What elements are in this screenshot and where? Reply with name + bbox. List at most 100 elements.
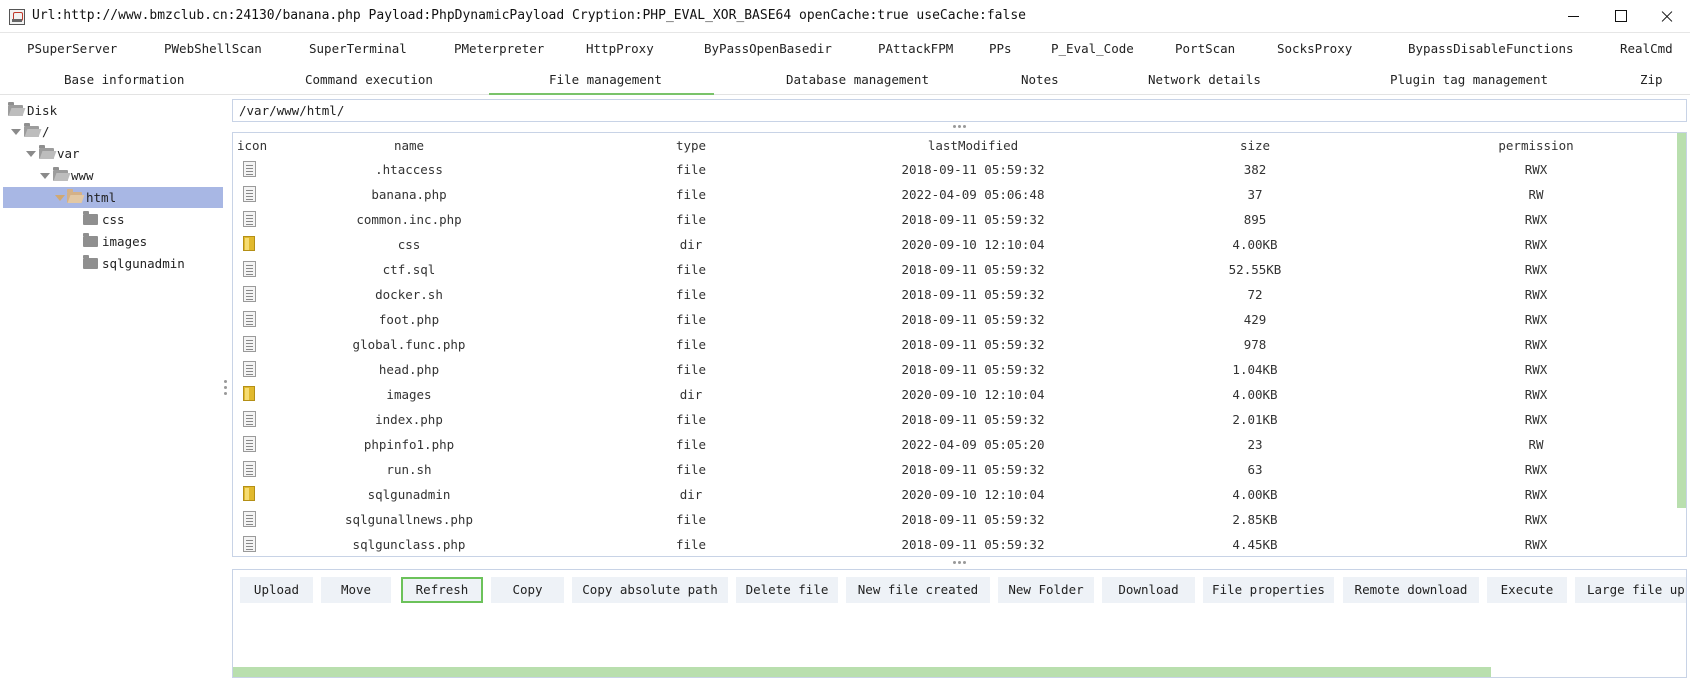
- tab-superterminal[interactable]: SuperTerminal: [309, 41, 407, 56]
- copy-absolute-path-button[interactable]: Copy absolute path: [572, 577, 728, 603]
- vertical-splitter-handle[interactable]: [224, 380, 228, 398]
- download-button[interactable]: Download: [1102, 577, 1195, 603]
- tab-database-management[interactable]: Database management: [786, 72, 929, 87]
- expand-arrow-icon[interactable]: [11, 129, 21, 135]
- table-row[interactable]: ctf.sql file 2018-09-11 05:59:32 52.55KB RWX: [233, 257, 1673, 282]
- file-icon: [243, 261, 256, 277]
- new-folder-button[interactable]: New Folder: [998, 577, 1094, 603]
- cell-type: file: [675, 362, 707, 377]
- tab-zip[interactable]: Zip: [1640, 72, 1663, 87]
- path-input[interactable]: [233, 100, 1686, 121]
- expand-arrow-icon[interactable]: [55, 195, 65, 201]
- horizontal-splitter-handle[interactable]: [953, 561, 967, 565]
- tab-pwebshellscan[interactable]: PWebShellScan: [164, 41, 262, 56]
- cell-name: head.php: [378, 362, 440, 377]
- tree-node-html[interactable]: html: [3, 187, 223, 208]
- folder-icon: [83, 255, 98, 269]
- new-file-button[interactable]: New file created: [846, 577, 990, 603]
- table-row[interactable]: images dir 2020-09-10 12:10:04 4.00KB RWX: [233, 382, 1673, 407]
- cell-type: dir: [679, 487, 703, 502]
- column-header-size[interactable]: size: [1240, 138, 1270, 153]
- horizontal-scrollbar[interactable]: [233, 667, 1491, 677]
- tab-psuperserver[interactable]: PSuperServer: [27, 41, 117, 56]
- vertical-scrollbar[interactable]: [1677, 133, 1686, 508]
- tab-notes[interactable]: Notes: [1021, 72, 1059, 87]
- cell-name: ctf.sql: [382, 262, 436, 277]
- table-row[interactable]: common.inc.php file 2018-09-11 05:59:32 895…: [233, 207, 1673, 232]
- cell-type: file: [675, 162, 707, 177]
- tree-node-disk[interactable]: Disk: [3, 100, 223, 121]
- tree-node-sqlgunadmin[interactable]: sqlgunadmin: [3, 253, 223, 274]
- table-row[interactable]: run.sh file 2018-09-11 05:59:32 63 RWX: [233, 457, 1673, 482]
- table-row[interactable]: sqlgunadmin dir 2020-09-10 12:10:04 4.00KB R…: [233, 482, 1673, 507]
- tab-realcmd[interactable]: RealCmd: [1620, 41, 1673, 56]
- expand-arrow-icon[interactable]: [26, 151, 36, 157]
- table-row[interactable]: sqlgunclass.php file 2018-09-11 05:59:32 4.…: [233, 532, 1673, 556]
- cell-size: 382: [1243, 162, 1267, 177]
- remote-download-button[interactable]: Remote download: [1343, 577, 1479, 603]
- table-row[interactable]: banana.php file 2022-04-09 05:06:48 37 RW: [233, 182, 1673, 207]
- table-row[interactable]: global.func.php file 2018-09-11 05:59:32 97…: [233, 332, 1673, 357]
- column-header-permission[interactable]: permission: [1498, 138, 1573, 153]
- close-icon[interactable]: [1643, 0, 1689, 32]
- table-row[interactable]: docker.sh file 2018-09-11 05:59:32 72 RWX: [233, 282, 1673, 307]
- tab-bypassopenbasedir[interactable]: ByPassOpenBasedir: [704, 41, 832, 56]
- maximize-icon[interactable]: [1597, 0, 1643, 32]
- tab-pmeterpreter[interactable]: PMeterpreter: [454, 41, 544, 56]
- cell-name: banana.php: [371, 187, 447, 202]
- tree-label: images: [102, 234, 148, 249]
- cell-type: file: [675, 537, 707, 552]
- table-row[interactable]: .htaccess file 2018-09-11 05:59:32 382 RWX: [233, 157, 1673, 182]
- tree-label: sqlgunadmin: [102, 256, 185, 271]
- column-header-lastmodified[interactable]: lastModified: [928, 138, 1018, 153]
- tab-command-execution[interactable]: Command execution: [305, 72, 433, 87]
- large-file-upload-button[interactable]: Large file up: [1575, 577, 1686, 603]
- column-header-name[interactable]: name: [394, 138, 424, 153]
- move-button[interactable]: Move: [321, 577, 391, 603]
- tab-network-details[interactable]: Network details: [1148, 72, 1261, 87]
- tree-node-www[interactable]: www: [3, 165, 223, 186]
- tree-node-root[interactable]: /: [3, 121, 223, 142]
- copy-button[interactable]: Copy: [491, 577, 564, 603]
- upload-button[interactable]: Upload: [240, 577, 313, 603]
- cell-last-modified: 2018-09-11 05:59:32: [901, 462, 1045, 477]
- cell-name: common.inc.php: [356, 212, 462, 227]
- execute-button[interactable]: Execute: [1487, 577, 1567, 603]
- tab-httpproxy[interactable]: HttpProxy: [586, 41, 654, 56]
- delete-file-button[interactable]: Delete file: [736, 577, 838, 603]
- table-row[interactable]: index.php file 2018-09-11 05:59:32 2.01KB RW…: [233, 407, 1673, 432]
- table-row[interactable]: css dir 2020-09-10 12:10:04 4.00KB RWX: [233, 232, 1673, 257]
- table-row[interactable]: foot.php file 2018-09-11 05:59:32 429 RWX: [233, 307, 1673, 332]
- column-header-icon[interactable]: icon: [237, 138, 267, 153]
- folder-icon: [83, 211, 98, 225]
- minimize-icon[interactable]: [1550, 0, 1596, 32]
- tree-node-var[interactable]: var: [3, 143, 223, 164]
- horizontal-splitter-handle[interactable]: [953, 125, 967, 129]
- tab-socksproxy[interactable]: SocksProxy: [1277, 41, 1352, 56]
- tab-file-management[interactable]: File management: [549, 72, 662, 87]
- file-properties-button[interactable]: File properties: [1203, 577, 1334, 603]
- tree-node-images[interactable]: images: [3, 231, 223, 252]
- cell-permission: RWX: [1524, 212, 1548, 227]
- tree-node-css[interactable]: css: [3, 209, 223, 230]
- expand-arrow-icon[interactable]: [40, 173, 50, 179]
- tab-pps[interactable]: PPs: [989, 41, 1012, 56]
- table-row[interactable]: sqlgunallnews.php file 2018-09-11 05:59:32…: [233, 507, 1673, 532]
- column-header-type[interactable]: type: [676, 138, 706, 153]
- tab-pattackfpm[interactable]: PAttackFPM: [878, 41, 953, 56]
- tab-plugin-tag-management[interactable]: Plugin tag management: [1390, 72, 1548, 87]
- tab-portscan[interactable]: PortScan: [1175, 41, 1235, 56]
- table-row[interactable]: phpinfo1.php file 2022-04-09 05:05:20 23 RW: [233, 432, 1673, 457]
- cell-type: dir: [679, 387, 703, 402]
- cell-last-modified: 2020-09-10 12:10:04: [901, 387, 1045, 402]
- cell-size: 2.01KB: [1232, 412, 1278, 427]
- tab-p-eval-code[interactable]: P_Eval_Code: [1051, 41, 1134, 56]
- table-row[interactable]: head.php file 2018-09-11 05:59:32 1.04KB RWX: [233, 357, 1673, 382]
- cell-permission: RWX: [1524, 262, 1548, 277]
- cell-size: 429: [1243, 312, 1267, 327]
- cell-name: run.sh: [386, 462, 432, 477]
- tab-bypassdisablefunctions[interactable]: BypassDisableFunctions: [1408, 41, 1574, 56]
- cell-name: global.func.php: [352, 337, 466, 352]
- refresh-button[interactable]: Refresh: [401, 577, 483, 603]
- tab-base-information[interactable]: Base information: [64, 72, 184, 87]
